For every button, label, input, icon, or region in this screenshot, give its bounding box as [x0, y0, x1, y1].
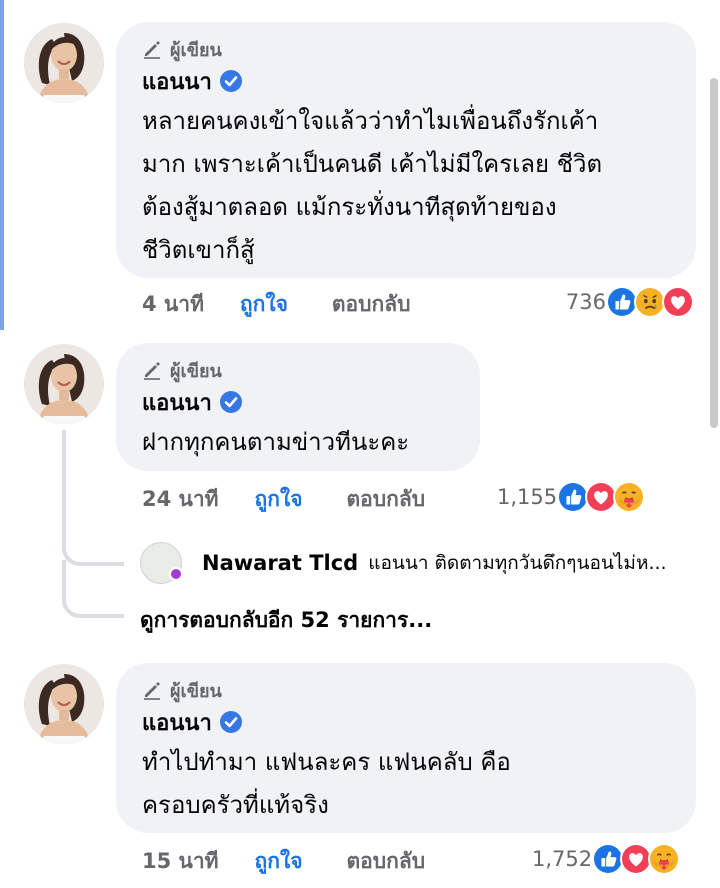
care-icon	[648, 843, 681, 875]
scrollbar[interactable]	[710, 78, 718, 428]
timestamp[interactable]: 15 นาที	[142, 845, 219, 878]
verified-badge-icon	[219, 391, 242, 413]
like-button[interactable]: ถูกใจ	[240, 288, 288, 321]
timestamp[interactable]: 4 นาที	[142, 288, 204, 321]
reply-button[interactable]: ตอบกลับ	[347, 483, 426, 516]
commenter-name[interactable]: แอนนา	[142, 64, 212, 99]
timestamp[interactable]: 24 นาที	[142, 483, 219, 516]
author-tag-label: ผู้เขียน	[170, 360, 222, 382]
thread-connector	[62, 560, 124, 618]
reaction-count: 1,752	[532, 847, 593, 871]
reply-author-name[interactable]: Nawarat Tlcd	[202, 551, 358, 575]
care-icon	[613, 481, 646, 513]
commenter-name[interactable]: แอนนา	[142, 705, 212, 740]
avatar[interactable]	[140, 542, 183, 584]
author-tag-label: ผู้เขียน	[170, 680, 222, 702]
reactions-summary[interactable]: 736	[566, 282, 694, 322]
avatar[interactable]	[24, 664, 104, 744]
reply-button[interactable]: ตอบกลับ	[347, 845, 426, 878]
view-more-replies-link[interactable]: ดูการตอบกลับอีก 52 รายการ...	[140, 604, 432, 637]
like-button[interactable]: ถูกใจ	[255, 483, 303, 516]
nested-reply[interactable]: Nawarat Tlcd แอนนา ติดตามทุกวันดึกๆนอนไม…	[140, 541, 667, 585]
verified-badge-icon	[219, 711, 242, 733]
verified-badge-icon	[219, 70, 242, 92]
author-tag: ผู้เขียน	[142, 36, 670, 62]
avatar-image	[24, 344, 104, 424]
reactions-summary[interactable]: 1,752	[532, 839, 681, 879]
avatar-image	[24, 664, 104, 744]
comment-actions: 24 นาที ถูกใจ ตอบกลับ	[142, 479, 425, 519]
status-badge	[169, 567, 183, 581]
comment-text: ฝากทุกคนตามข่าวทีนะคะ	[142, 428, 410, 456]
comment-bubble: ผู้เขียน แอนนา ทำไปทำมา แฟนละคร แฟนคลับ …	[116, 663, 696, 833]
comment-bubble: ผู้เขียน แอนนา หลายคนคงเข้าใจแล้วว่าทำไม…	[116, 22, 696, 278]
author-tag: ผู้เขียน	[142, 677, 670, 703]
comment-text: หลายคนคงเข้าใจแล้วว่าทำไมเพื่อนถึงรักเค้…	[142, 107, 603, 264]
author-tag: ผู้เขียน	[142, 357, 454, 383]
reactions-summary[interactable]: 1,155	[497, 477, 646, 517]
pencil-icon	[142, 39, 162, 59]
pencil-icon	[142, 360, 162, 380]
pencil-icon	[142, 680, 162, 700]
avatar[interactable]	[24, 23, 104, 103]
comment-text: ทำไปทำมา แฟนละคร แฟนคลับ คือ ครอบครัวที่…	[142, 748, 511, 819]
comment-bubble: ผู้เขียน แอนนา ฝากทุกคนตามข่าวทีนะคะ	[116, 343, 480, 471]
avatar-image	[24, 23, 104, 103]
comment-actions: 4 นาที ถูกใจ ตอบกลับ	[142, 284, 410, 324]
like-button[interactable]: ถูกใจ	[255, 845, 303, 878]
reaction-count: 1,155	[497, 485, 558, 509]
reply-button[interactable]: ตอบกลับ	[332, 288, 411, 321]
reaction-count: 736	[565, 290, 606, 314]
avatar[interactable]	[24, 344, 104, 424]
comment-actions: 15 นาที ถูกใจ ตอบกลับ	[142, 841, 425, 881]
author-tag-label: ผู้เขียน	[170, 39, 222, 61]
love-icon	[662, 286, 694, 318]
highlight-bar	[0, 0, 4, 330]
reply-preview-text: แอนนา ติดตามทุกวันดึกๆนอนไม่ห...	[368, 552, 667, 574]
commenter-name[interactable]: แอนนา	[142, 385, 212, 420]
